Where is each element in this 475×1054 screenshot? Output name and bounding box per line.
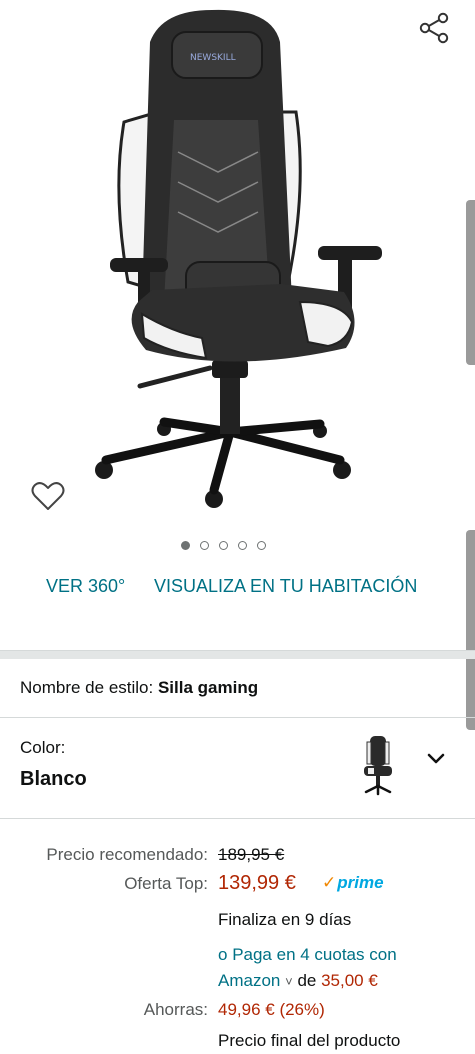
section-divider <box>0 650 475 659</box>
installments-de: de <box>297 971 317 990</box>
color-label: Color: <box>20 738 66 757</box>
heart-icon <box>31 482 65 510</box>
style-name-value: Silla gaming <box>157 678 259 697</box>
scrollbar-thumb-lower[interactable] <box>466 530 475 730</box>
deal-ends-text: Finaliza en 9 días <box>218 910 352 929</box>
style-name-row: Nombre de estilo: Silla gaming <box>20 678 258 698</box>
brand-label: NEWSKILL <box>190 53 236 63</box>
view-360-link[interactable]: VER 360° <box>46 576 125 597</box>
prime-label: prime <box>337 873 384 892</box>
deal-price-value: 139,99 € <box>218 872 296 894</box>
carousel-dot[interactable] <box>219 541 228 550</box>
installments-info-icon[interactable]: ˅ <box>285 974 293 989</box>
product-image[interactable]: NEWSKILL <box>82 2 392 522</box>
carousel-dot[interactable] <box>181 541 190 550</box>
divider <box>0 717 475 718</box>
installment-amount: 35,00 € <box>321 971 378 990</box>
style-name-label: Nombre de estilo: <box>20 678 154 697</box>
view-in-room-link[interactable]: VISUALIZA EN TU HABITACIÓN <box>154 576 417 597</box>
color-value[interactable]: Blanco <box>20 768 87 791</box>
installments-prefix: o <box>218 945 233 964</box>
divider <box>0 818 475 819</box>
scrollbar-thumb[interactable] <box>466 200 475 365</box>
deal-price-label: Oferta Top: <box>124 874 208 893</box>
chevron-down-icon <box>427 753 445 764</box>
list-price-label: Precio recomendado: <box>46 845 208 864</box>
savings-label: Ahorras: <box>143 1000 208 1019</box>
carousel-dot[interactable] <box>257 541 266 550</box>
share-button[interactable] <box>412 6 456 50</box>
image-carousel-dots[interactable] <box>181 541 266 550</box>
list-price-value: 189,95 € <box>218 845 285 864</box>
savings-value: 49,96 € (26%) <box>218 1000 325 1019</box>
final-price-note: Precio final del producto <box>218 1031 401 1050</box>
color-dropdown-toggle[interactable] <box>422 745 450 773</box>
prime-check-icon: ✓ <box>322 873 337 892</box>
color-swatch-thumbnail[interactable] <box>354 732 402 798</box>
installments-block: o Paga en 4 cuotas con Amazon ˅ de 35,00… <box>218 942 458 995</box>
prime-badge: ✓prime <box>322 873 384 893</box>
carousel-dot[interactable] <box>238 541 247 550</box>
carousel-dot[interactable] <box>200 541 209 550</box>
share-icon <box>419 12 449 44</box>
wishlist-button[interactable] <box>28 476 68 516</box>
